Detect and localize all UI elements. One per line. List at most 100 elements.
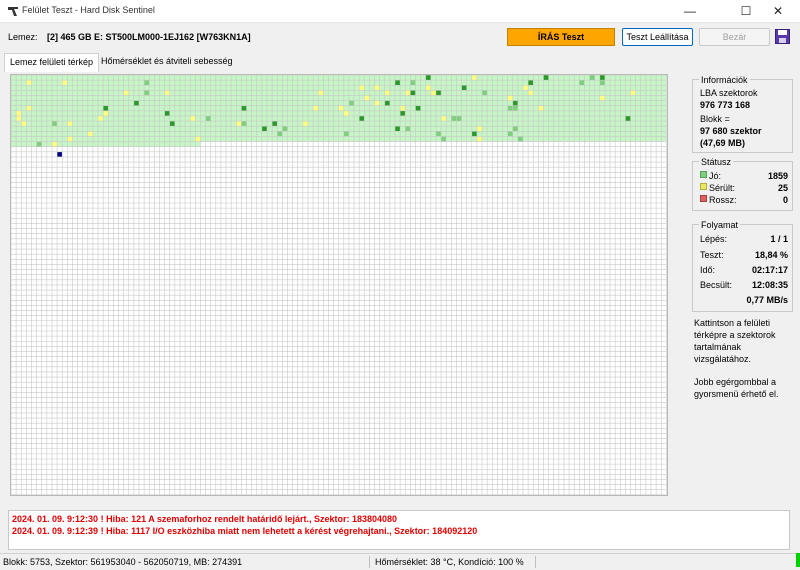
- damaged-block: [16, 110, 22, 116]
- good-block: [277, 131, 283, 137]
- damaged-block: [67, 136, 73, 142]
- good-block: [456, 115, 462, 122]
- minimize-button[interactable]: —: [668, 0, 712, 22]
- good-block: [451, 115, 457, 122]
- good-block: [517, 136, 523, 142]
- damaged-block: [405, 90, 411, 96]
- damaged-block: [26, 105, 32, 111]
- slow-block: [395, 126, 401, 132]
- save-icon[interactable]: [775, 29, 790, 44]
- damaged-block: [425, 85, 431, 91]
- estimate-row: Becsült: 12:08:35: [700, 280, 788, 290]
- progress-group: Folyamat Lépés: 1 / 1 Teszt: 18,84 % Idő…: [692, 220, 793, 312]
- current-block: [57, 151, 63, 157]
- slow-block: [261, 126, 267, 132]
- status-separator: [369, 556, 370, 568]
- time-label: Idő:: [700, 265, 716, 275]
- speed-value: 0,77 MB/s: [746, 295, 788, 305]
- damaged-swatch-icon: [700, 183, 707, 190]
- good-value: 1859: [767, 171, 788, 181]
- damaged-block: [51, 141, 58, 147]
- lba-label: LBA szektorok: [700, 88, 758, 98]
- slow-block: [471, 131, 477, 137]
- close-window-button[interactable]: ✕: [756, 0, 800, 22]
- block-sectors: 97 680 szektor: [700, 126, 762, 136]
- damaged-block: [384, 90, 390, 96]
- slow-block: [384, 100, 390, 106]
- damaged-block: [26, 80, 32, 86]
- damaged-block: [103, 110, 109, 116]
- slow-block: [359, 115, 365, 122]
- slow-block: [133, 100, 139, 106]
- good-block: [348, 100, 355, 106]
- good-block: [343, 131, 349, 137]
- info-group-title: Információk: [699, 75, 750, 85]
- damaged-block: [343, 110, 349, 116]
- damaged-block: [313, 105, 319, 111]
- good-block: [507, 131, 513, 137]
- damaged-block: [21, 121, 27, 127]
- status-group-title: Státusz: [699, 157, 734, 167]
- damaged-block: [62, 80, 68, 86]
- damaged-block: [374, 85, 380, 91]
- bad-swatch-icon: [700, 195, 707, 202]
- good-block: [51, 121, 58, 127]
- damaged-block: [476, 126, 483, 132]
- slow-block: [272, 121, 278, 127]
- status-damaged-row: Sérült: 25: [700, 183, 788, 193]
- help-click-text: Kattintson a felületi térképre a szektor…: [694, 318, 776, 364]
- test-label: Teszt:: [700, 250, 724, 260]
- damaged-block: [190, 115, 196, 122]
- slow-block: [410, 90, 416, 96]
- damaged-block: [528, 90, 534, 96]
- error-log[interactable]: 2024. 01. 09. 9:12:30 ! Hiba: 121 A szem…: [8, 510, 790, 550]
- damaged-block: [318, 90, 324, 96]
- damaged-label: Sérült:: [709, 183, 736, 193]
- damaged-block: [338, 105, 344, 111]
- slow-block: [103, 105, 109, 111]
- damaged-block: [359, 85, 365, 91]
- good-block: [441, 136, 447, 142]
- status-group: Státusz Jó: 1859 Sérült: 25 Rossz: 0: [692, 157, 793, 211]
- good-block: [507, 105, 513, 111]
- time-row: Idő: 02:17:17: [700, 265, 788, 275]
- good-block: [579, 80, 585, 86]
- stop-test-button[interactable]: Teszt Leállítása: [622, 28, 693, 46]
- damaged-block: [507, 95, 513, 101]
- estimate-value: 12:08:35: [751, 280, 788, 290]
- surface-map[interactable]: [10, 74, 668, 496]
- slow-block: [169, 121, 175, 127]
- status-bar: Blokk: 5753, Szektor: 561953040 - 562050…: [0, 553, 800, 570]
- block-mb: (47,69 MB): [700, 138, 746, 148]
- damaged-block: [16, 115, 22, 122]
- good-block: [144, 80, 150, 86]
- close-button[interactable]: Bezár: [699, 28, 770, 46]
- slow-block: [241, 105, 247, 111]
- good-block: [241, 121, 247, 127]
- status-bad-row: Rossz: 0: [700, 195, 788, 205]
- damaged-block: [164, 90, 170, 96]
- app-logo-icon: [8, 7, 18, 16]
- good-label: Jó:: [709, 171, 722, 181]
- bad-value: 0: [782, 195, 788, 205]
- tab-surface-map[interactable]: Lemez felületi térkép: [4, 53, 100, 72]
- slow-block: [543, 75, 549, 81]
- step-label: Lépés:: [700, 234, 728, 244]
- slow-block: [461, 85, 467, 91]
- tab-temperature[interactable]: Hőmérséklet és átviteli sebesség: [96, 53, 238, 71]
- damaged-block: [430, 90, 436, 96]
- slow-block: [425, 75, 431, 81]
- test-status-badge: ÍRÁS Teszt: [507, 28, 615, 46]
- slow-block: [400, 110, 406, 116]
- slow-block: [512, 100, 518, 106]
- damaged-block: [476, 136, 483, 142]
- good-block: [435, 131, 442, 137]
- damaged-block: [236, 121, 242, 127]
- good-block: [589, 75, 595, 81]
- damaged-block: [364, 95, 370, 101]
- status-separator: [535, 556, 536, 568]
- damaged-block: [599, 95, 605, 101]
- step-row: Lépés: 1 / 1: [700, 234, 788, 244]
- slow-block: [528, 80, 534, 86]
- surface-map-grid[interactable]: [11, 75, 667, 495]
